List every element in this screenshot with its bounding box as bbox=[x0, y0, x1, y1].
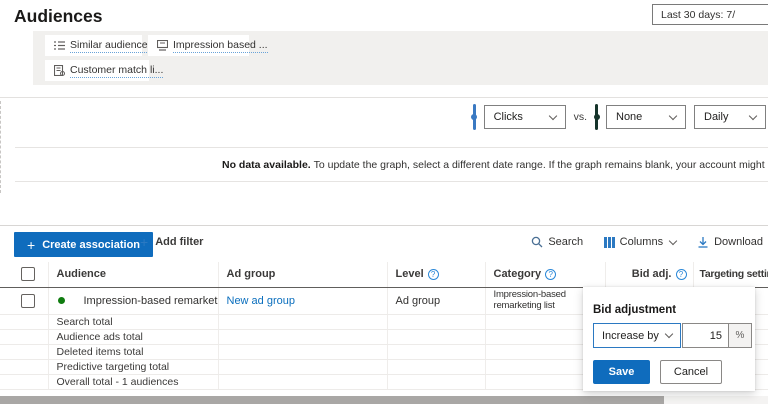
bid-mode-value: Increase by bbox=[602, 330, 659, 342]
total-label: Deleted items total bbox=[48, 344, 218, 359]
total-label: Predictive targeting total bbox=[48, 359, 218, 374]
chip-similar-audiences[interactable]: Similar audiences bbox=[45, 35, 142, 56]
plus-icon: + bbox=[27, 237, 35, 253]
page-title: Audiences bbox=[14, 6, 103, 27]
create-association-button[interactable]: + Create association bbox=[14, 232, 153, 257]
save-button[interactable]: Save bbox=[593, 360, 650, 384]
download-label: Download bbox=[714, 236, 763, 248]
download-button[interactable]: Download bbox=[697, 236, 763, 248]
plus-icon: + bbox=[140, 237, 148, 248]
chevron-down-icon bbox=[749, 111, 757, 119]
empty-cell bbox=[0, 359, 48, 374]
interval-value: Daily bbox=[704, 111, 728, 123]
total-label: Overall total - 1 audiences bbox=[48, 374, 218, 389]
columns-icon bbox=[604, 237, 615, 248]
impression-icon bbox=[157, 40, 168, 51]
date-range-button[interactable]: Last 30 days: 7/ bbox=[652, 4, 768, 25]
status-dot-enabled bbox=[58, 297, 65, 304]
add-filter-button[interactable]: + Add filter bbox=[140, 236, 203, 248]
empty-cell bbox=[387, 374, 485, 389]
ad-group-cell: New ad group bbox=[218, 287, 387, 314]
empty-cell bbox=[218, 374, 387, 389]
table-header-row: Audience Ad group Level? Category? Bid a… bbox=[0, 262, 768, 287]
section-divider bbox=[0, 97, 768, 98]
empty-cell bbox=[218, 329, 387, 344]
chart-no-data-row: No data available. To update the graph, … bbox=[15, 147, 768, 182]
metric1-legend-icon bbox=[473, 104, 476, 130]
empty-cell bbox=[387, 329, 485, 344]
add-filter-label: Add filter bbox=[155, 236, 203, 248]
col-level[interactable]: Level? bbox=[387, 262, 485, 287]
create-association-label: Create association bbox=[42, 239, 140, 251]
total-label: Audience ads total bbox=[48, 329, 218, 344]
vs-label: vs. bbox=[574, 111, 587, 123]
help-icon[interactable]: ? bbox=[428, 269, 439, 280]
col-ad-group[interactable]: Ad group bbox=[218, 262, 387, 287]
metric2-value: None bbox=[616, 111, 642, 123]
metric2-legend-icon bbox=[595, 104, 598, 130]
chevron-down-icon bbox=[665, 330, 673, 338]
no-data-message: No data available. To update the graph, … bbox=[222, 159, 768, 171]
empty-cell bbox=[387, 314, 485, 329]
empty-cell bbox=[0, 329, 48, 344]
empty-cell bbox=[387, 359, 485, 374]
bid-adjustment-popup: Bid adjustment Increase by % Save Cancel bbox=[583, 287, 755, 391]
total-label: Search total bbox=[48, 314, 218, 329]
chevron-down-icon bbox=[669, 111, 677, 119]
metric1-select[interactable]: Clicks bbox=[484, 105, 566, 129]
no-data-title: No data available. bbox=[222, 159, 311, 171]
popup-title: Bid adjustment bbox=[593, 304, 676, 316]
col-targeting-setting[interactable]: Targeting setting? bbox=[693, 262, 768, 287]
chip-label: Similar audiences bbox=[70, 39, 153, 53]
row-checkbox[interactable] bbox=[21, 294, 35, 308]
columns-label: Columns bbox=[620, 236, 663, 248]
table-tools: Search Columns Download bbox=[531, 236, 763, 248]
select-all-cell bbox=[0, 262, 48, 287]
audience-cell: Impression-based remarketing list bbox=[48, 287, 218, 314]
empty-cell bbox=[218, 344, 387, 359]
metric1-value: Clicks bbox=[494, 111, 523, 123]
chevron-down-icon bbox=[669, 236, 677, 244]
empty-cell bbox=[0, 374, 48, 389]
audience-type-chips-band: Similar audiences Impression based ... C… bbox=[33, 31, 768, 85]
select-all-checkbox[interactable] bbox=[21, 267, 35, 281]
search-button[interactable]: Search bbox=[531, 236, 583, 248]
empty-cell bbox=[387, 344, 485, 359]
search-label: Search bbox=[548, 236, 583, 248]
help-icon[interactable]: ? bbox=[545, 269, 556, 280]
col-bid-adj[interactable]: Bid adj.? bbox=[605, 262, 693, 287]
chart-controls: Clicks vs. None Daily bbox=[473, 104, 766, 130]
chip-impression-based[interactable]: Impression based ... bbox=[148, 35, 249, 56]
help-icon[interactable]: ? bbox=[676, 269, 687, 280]
horizontal-scrollbar[interactable] bbox=[0, 396, 768, 404]
bid-value-input[interactable] bbox=[682, 323, 729, 348]
scrollbar-thumb[interactable] bbox=[0, 396, 664, 404]
cancel-button[interactable]: Cancel bbox=[660, 360, 722, 384]
list-icon bbox=[54, 40, 65, 51]
bid-mode-select[interactable]: Increase by bbox=[593, 323, 681, 348]
row-select-cell bbox=[0, 287, 48, 314]
section-divider bbox=[0, 225, 768, 226]
percent-unit-label: % bbox=[729, 323, 752, 348]
audience-name: Impression-based remarketing list bbox=[84, 295, 219, 307]
empty-cell bbox=[218, 359, 387, 374]
search-icon bbox=[531, 236, 543, 248]
metric2-select[interactable]: None bbox=[606, 105, 686, 129]
level-cell: Ad group bbox=[387, 287, 485, 314]
customer-match-icon bbox=[54, 65, 65, 76]
chip-label: Impression based ... bbox=[173, 39, 268, 53]
col-audience[interactable]: Audience bbox=[48, 262, 218, 287]
chevron-down-icon bbox=[548, 111, 556, 119]
new-ad-group-link[interactable]: New ad group bbox=[219, 295, 387, 307]
interval-select[interactable]: Daily bbox=[694, 105, 766, 129]
col-category[interactable]: Category? bbox=[485, 262, 605, 287]
chart-left-border bbox=[0, 101, 1, 193]
empty-cell bbox=[218, 314, 387, 329]
chip-customer-match[interactable]: Customer match li... bbox=[45, 60, 149, 81]
columns-button[interactable]: Columns bbox=[604, 236, 676, 248]
chip-label: Customer match li... bbox=[70, 64, 163, 78]
empty-cell bbox=[0, 314, 48, 329]
empty-cell bbox=[0, 344, 48, 359]
download-icon bbox=[697, 236, 709, 248]
